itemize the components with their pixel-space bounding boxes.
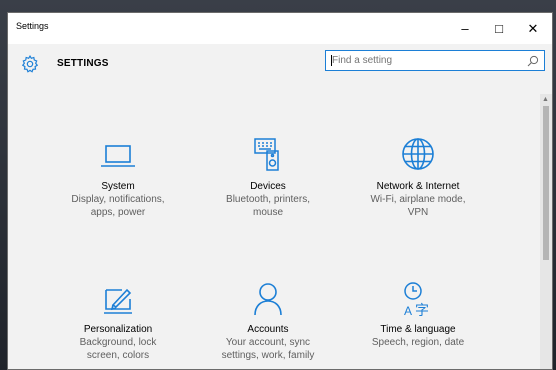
search-input[interactable] [332, 53, 512, 68]
scrollbar-thumb[interactable] [543, 106, 549, 260]
settings-header: SETTINGS [8, 44, 552, 94]
tile-description: Wi-Fi, airplane mode, VPN [370, 194, 466, 218]
settings-categories: System Display, notifications, apps, pow… [8, 94, 540, 369]
tile-name: Time & language [380, 324, 456, 335]
tile-description: Speech, region, date [371, 337, 465, 348]
search-icon[interactable] [527, 55, 539, 67]
title-bar: Settings – □ ✕ [8, 13, 552, 44]
tile-name: Devices [250, 181, 286, 192]
search-box[interactable] [325, 50, 545, 71]
tile-network-internet[interactable]: Network & Internet Wi-Fi, airplane mode,… [348, 134, 488, 219]
person-icon [254, 283, 282, 316]
settings-window: Settings – □ ✕ SETTINGS Find a setting S… [7, 12, 553, 370]
devices-icon [254, 138, 279, 171]
globe-icon [402, 138, 434, 170]
scroll-up-arrow-icon[interactable]: ▲ [542, 96, 549, 103]
window-title: Settings [16, 21, 49, 31]
tile-description: Display, notifications, apps, power [71, 194, 165, 218]
svg-text:字: 字 [415, 303, 429, 319]
page-title: SETTINGS [57, 58, 109, 69]
gear-icon [21, 54, 39, 73]
tile-description: Your account, sync settings, work, famil… [221, 337, 315, 361]
laptop-icon [101, 145, 135, 167]
vertical-scrollbar[interactable]: ▲ [540, 94, 552, 369]
minimize-button[interactable]: – [448, 13, 482, 44]
tile-personalization[interactable]: Personalization Background, lock screen,… [48, 277, 188, 362]
tile-time-language[interactable]: A 字 Time & language Speech, region, date [348, 277, 488, 349]
tile-name: Accounts [247, 324, 289, 335]
tile-system[interactable]: System Display, notifications, apps, pow… [48, 134, 188, 219]
time-language-icon: A 字 [404, 282, 429, 319]
tile-accounts[interactable]: Accounts Your account, sync settings, wo… [198, 277, 338, 362]
maximize-button[interactable]: □ [482, 13, 516, 44]
svg-text:A: A [404, 304, 412, 318]
close-button[interactable]: ✕ [516, 13, 550, 44]
tile-description: Bluetooth, printers, mouse [226, 194, 310, 218]
tile-name: Personalization [83, 324, 153, 335]
tile-description: Background, lock screen, colors [79, 337, 157, 361]
tile-devices[interactable]: Devices Bluetooth, printers, mouse [198, 134, 338, 219]
personalization-icon [104, 288, 132, 314]
tile-name: System [101, 181, 135, 192]
tile-name: Network & Internet [376, 181, 460, 192]
